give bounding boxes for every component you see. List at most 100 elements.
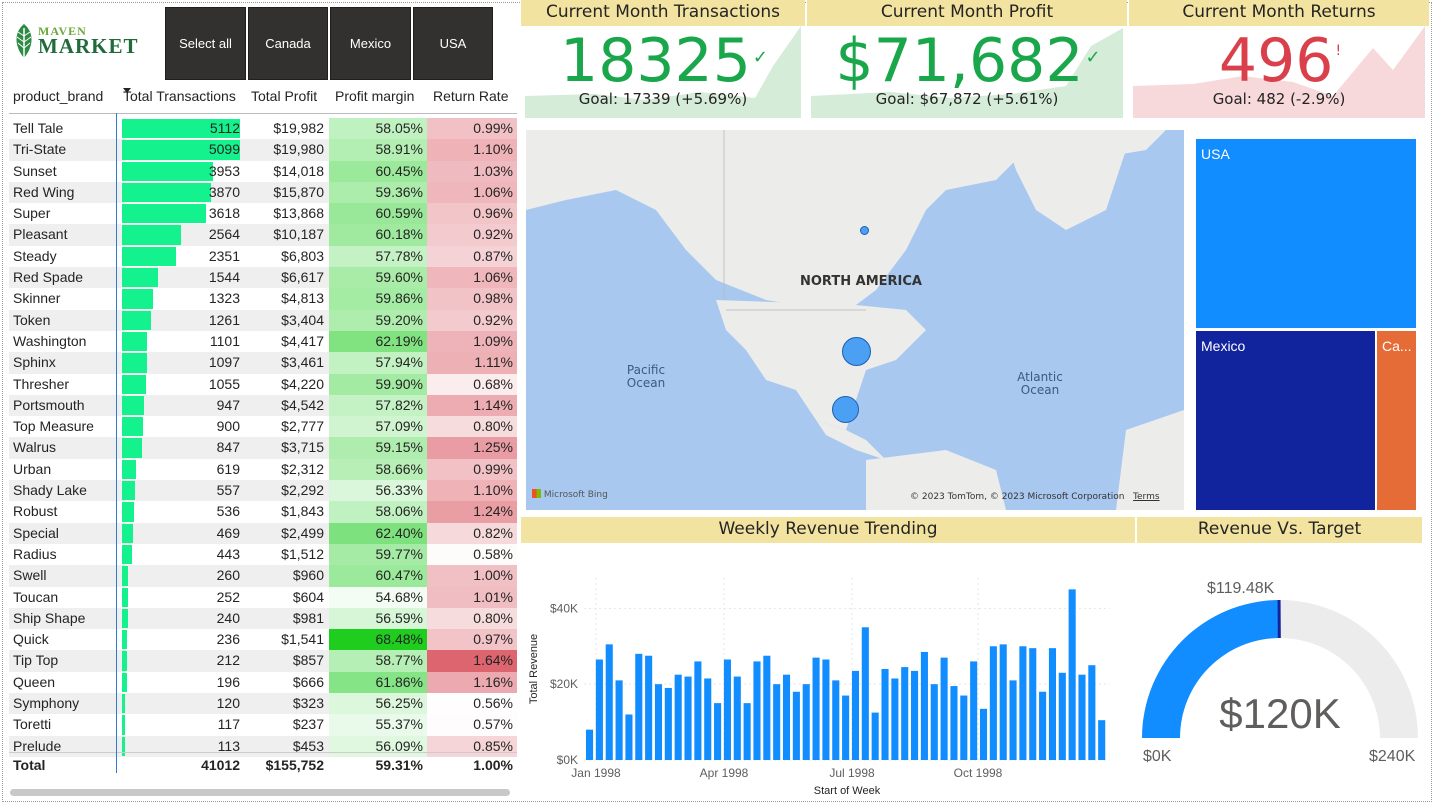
cell-profit: $1,512 [281,545,324,562]
slicer-mexico-button[interactable]: Mexico [330,7,411,80]
total-margin: 59.31% [375,757,423,773]
revenue-gauge[interactable]: $119.48K $120K $0K $240K [1140,560,1420,780]
cell-transactions: 1261 [208,311,240,328]
revenue-bar [635,653,643,760]
table-row[interactable]: Red Wing 3870 $15,870 59.36% 1.06% [9,181,517,204]
table-row[interactable]: Toretti 117 $237 55.37% 0.57% [9,714,517,736]
cell-transactions: 1323 [208,290,240,307]
header-total-profit[interactable]: Total Profit [251,88,317,104]
cell-brand: Thresher [13,375,70,392]
treemap-tile-mexico[interactable]: Mexico [1196,331,1375,510]
cell-transactions: 3618 [208,205,240,222]
table-row[interactable]: Shady Lake 557 $2,292 56.33% 1.10% [9,480,517,502]
header-total-transactions[interactable]: Total Transactions [123,88,236,104]
cell-profit-margin: 58.66% [329,458,427,481]
map-terms-link[interactable]: Terms [1133,492,1160,502]
cell-transactions: 212 [216,652,240,669]
check-icon: ✓ [752,47,768,68]
treemap-tile-usa[interactable]: USA [1196,139,1416,328]
cell-return-rate: 0.87% [427,245,517,268]
table-row[interactable]: Walrus 847 $3,715 59.15% 1.25% [9,437,517,459]
table-row[interactable]: Tri-State 5099 $19,980 58.91% 1.10% [9,139,517,161]
revenue-bar [704,678,712,760]
revenue-bar [714,703,722,760]
revenue-bar [970,661,978,760]
cell-return-rate: 1.11% [427,352,517,374]
sort-descending-icon [123,88,131,93]
cell-return-rate: 0.99% [427,118,517,140]
table-row[interactable]: Red Spade 1544 $6,617 59.60% 1.06% [9,267,517,289]
cell-return-rate: 1.10% [427,139,517,161]
cell-profit: $2,292 [281,482,324,499]
cell-profit-margin: 57.94% [329,352,427,374]
cell-profit: $19,982 [273,120,324,136]
table-row[interactable]: Skinner 1323 $4,813 59.86% 0.98% [9,288,517,310]
cell-profit-margin: 58.06% [329,501,427,523]
cell-return-rate: 0.82% [427,522,517,544]
gauge-value-label: $120K [1219,690,1341,737]
header-profit-margin[interactable]: Profit margin [335,88,414,104]
table-row[interactable]: Symphony 120 $323 56.25% 0.56% [9,693,517,715]
horizontal-scrollbar[interactable] [10,789,510,796]
table-row[interactable]: Top Measure 900 $2,777 57.09% 0.80% [9,416,517,438]
cell-profit: $3,404 [281,311,324,328]
table-row[interactable]: Radius 443 $1,512 59.77% 0.58% [9,543,517,566]
table-row[interactable]: Queen 196 $666 61.86% 1.16% [9,671,517,694]
table-row[interactable]: Special 469 $2,499 62.40% 0.82% [9,522,517,544]
table-row[interactable]: Quick 236 $1,541 68.48% 0.97% [9,629,517,651]
table-row[interactable]: Urban 619 $2,312 58.66% 0.99% [9,458,517,481]
cell-return-rate: 0.92% [427,309,517,331]
bar-axis-line [116,113,117,773]
table-row[interactable]: Portsmouth 947 $4,542 57.82% 1.14% [9,394,517,417]
maven-market-logo: MAVEN MARKET [10,18,160,68]
cell-profit: $323 [292,695,324,712]
cell-profit-margin: 56.59% [329,607,427,630]
slicer-select-all-button[interactable]: Select all [165,7,246,80]
table-row[interactable]: Tell Tale 5112 $19,982 58.05% 0.99% [9,118,517,140]
country-map[interactable]: NORTH AMERICA Pacific Ocean Atlantic Oce… [526,130,1184,510]
cell-brand: Quick [13,631,49,648]
revenue-bar [979,708,988,760]
table-row[interactable]: Toucan 252 $604 54.68% 1.01% [9,586,517,608]
cell-return-rate: 0.57% [427,714,517,736]
revenue-bar [723,659,731,760]
cell-return-rate: 1.14% [427,394,517,417]
cell-transactions: 3953 [208,162,240,179]
revenue-bar [1048,648,1056,760]
cell-brand: Special [13,524,59,541]
slicer-canada-button[interactable]: Canada [248,7,328,80]
table-row[interactable]: Tip Top 212 $857 58.77% 1.64% [9,650,517,672]
table-row[interactable]: Sphinx 1097 $3,461 57.94% 1.11% [9,352,517,374]
header-product-brand[interactable]: product_brand [13,88,103,104]
warning-icon: ! [1335,43,1342,59]
table-row[interactable]: Super 3618 $13,868 60.59% 0.96% [9,203,517,225]
map-bubble-usa[interactable] [842,337,871,366]
table-row[interactable]: Washington 1101 $4,417 62.19% 1.09% [9,330,517,353]
table-row[interactable]: Pleasant 2564 $10,187 60.18% 0.92% [9,224,517,246]
table-row[interactable]: Robust 536 $1,843 58.06% 1.24% [9,501,517,523]
table-row[interactable]: Swell 260 $960 60.47% 1.00% [9,565,517,587]
table-row[interactable]: Token 1261 $3,404 59.20% 0.92% [9,309,517,331]
map-bubble-canada[interactable] [860,226,869,235]
slicer-usa-button[interactable]: USA [413,7,493,80]
cell-transactions: 1544 [208,269,240,286]
treemap-tile-canada[interactable]: Ca... [1377,331,1416,510]
cell-return-rate: 0.58% [427,543,517,566]
table-row[interactable]: Sunset 3953 $14,018 60.45% 1.03% [9,160,517,182]
cell-return-rate: 1.00% [427,565,517,587]
cell-profit-margin: 56.33% [329,480,427,502]
y-axis-title: Total Revenue [528,634,540,704]
weekly-revenue-chart[interactable]: $0K $20K $40K Jan 1998 Apr 1998 Jul 1998 Oct 1… [522,548,1122,800]
table-row[interactable]: Thresher 1055 $4,220 59.90% 0.68% [9,373,517,395]
total-profit: $155,752 [265,757,324,773]
table-row[interactable]: Steady 2351 $6,803 57.78% 0.87% [9,245,517,268]
header-return-rate[interactable]: Return Rate [433,88,508,104]
map-label-north-america: NORTH AMERICA [800,274,922,289]
cell-profit-margin: 59.86% [329,288,427,310]
table-row[interactable]: Ship Shape 240 $981 56.59% 0.80% [9,607,517,630]
revenue-bar [694,661,702,760]
cell-return-rate: 0.97% [427,629,517,651]
map-bubble-mexico[interactable] [832,396,859,423]
map-label-atlantic: Atlantic Ocean [1017,370,1063,397]
kpi-transactions-title: Current Month Transactions [521,0,805,26]
